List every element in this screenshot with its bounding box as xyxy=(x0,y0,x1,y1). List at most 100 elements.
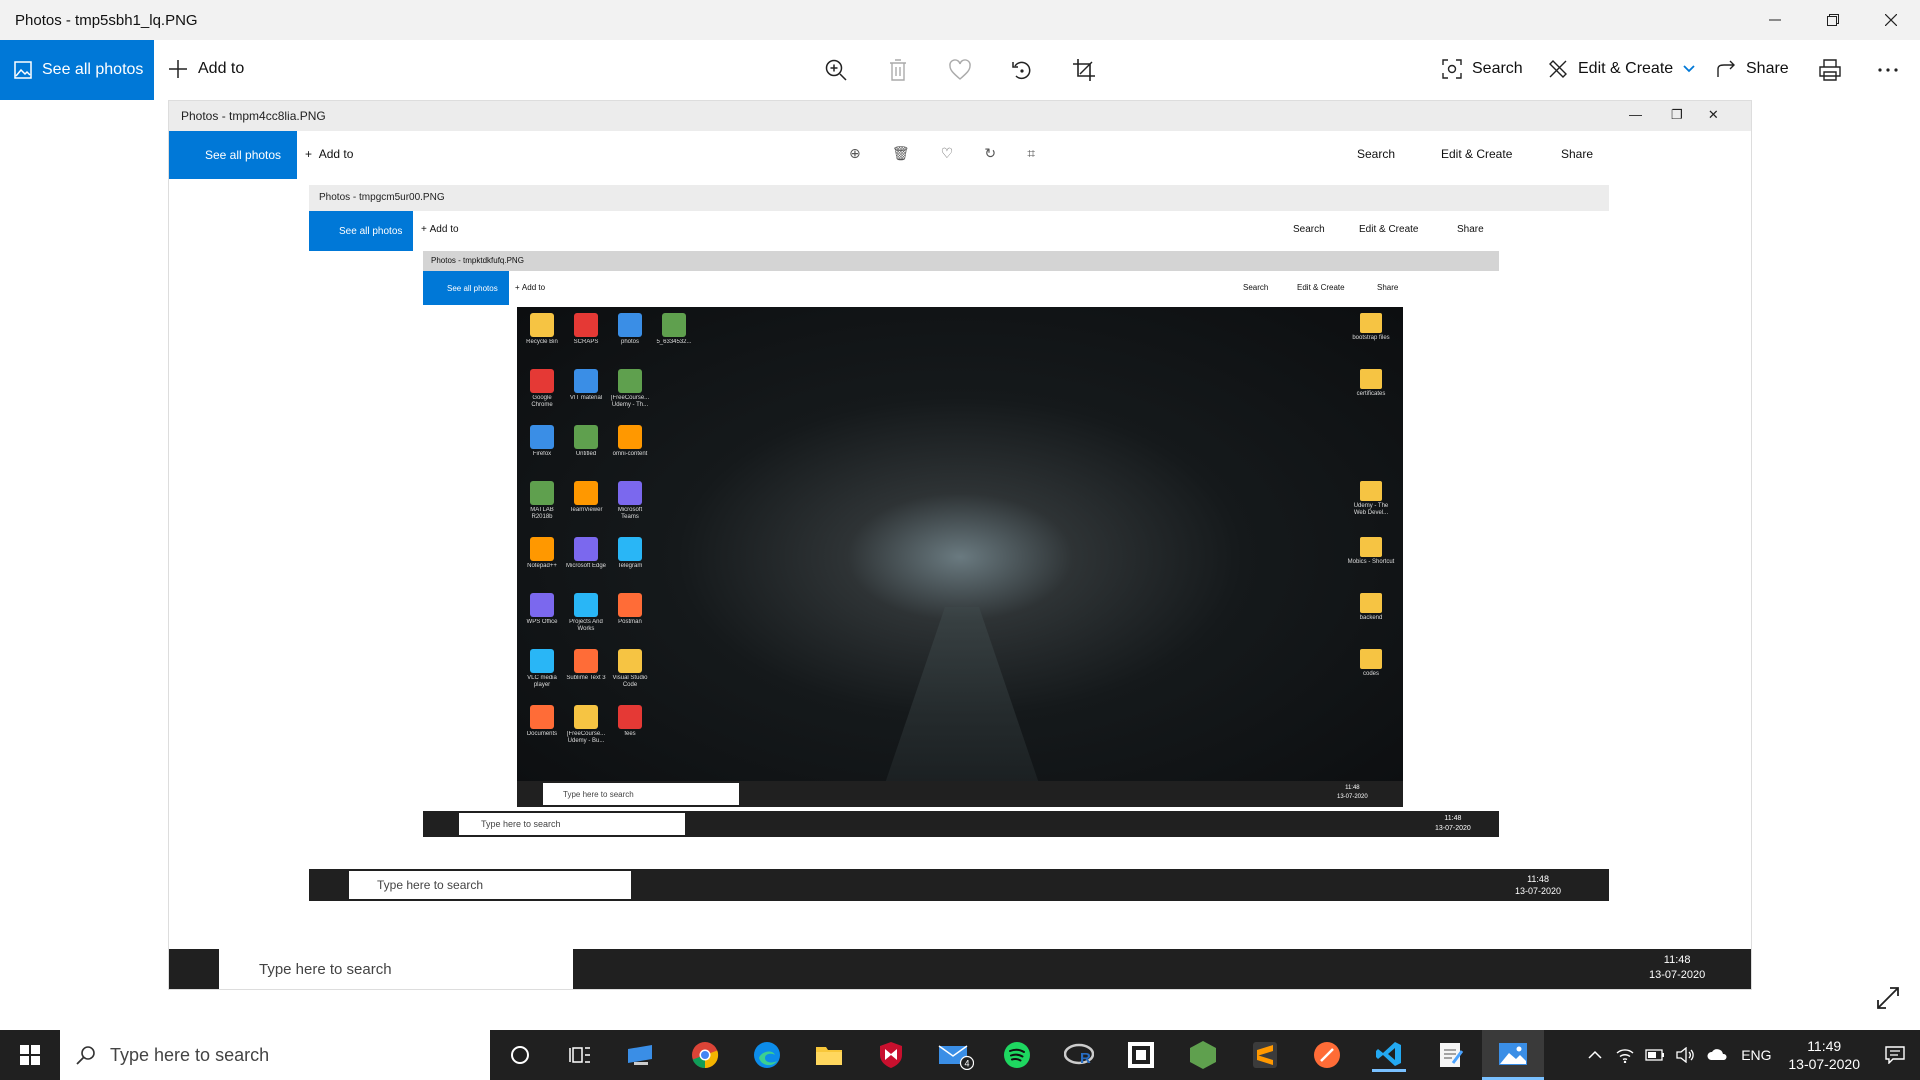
favorite-button[interactable] xyxy=(944,54,976,86)
desktop-icon[interactable]: Documents xyxy=(521,703,563,738)
edit-create-button[interactable]: Edit & Create xyxy=(1548,59,1695,79)
desktop-icon[interactable]: Projects And Works xyxy=(565,591,607,633)
desktop-icon[interactable]: TeamViewer xyxy=(565,479,607,514)
desktop-folder-icon[interactable]: Mobics - Shortcut xyxy=(1347,535,1395,566)
desktop-icon[interactable]: Microsoft Edge xyxy=(565,535,607,570)
desktop-icon-image xyxy=(618,649,642,673)
search-button[interactable]: Search xyxy=(1442,59,1523,79)
nested-share-3: Share xyxy=(1377,283,1399,292)
minimize-icon xyxy=(1769,19,1781,21)
see-all-photos-button[interactable]: See all photos xyxy=(0,40,154,100)
desktop-taskbar: Type here to search 11:48 13-07-2020 xyxy=(517,781,1403,807)
taskbar-app-r-studio[interactable]: R xyxy=(1062,1038,1096,1072)
desktop-icon-image xyxy=(574,593,598,617)
taskbar-app-postman[interactable] xyxy=(1310,1038,1344,1072)
share-button[interactable]: Share xyxy=(1716,59,1789,79)
more-button[interactable] xyxy=(1872,54,1904,86)
taskbar-app-notepad[interactable] xyxy=(1434,1038,1468,1072)
desktop-icon[interactable]: VLC media player xyxy=(521,647,563,689)
nested-add-to-2: + Add to xyxy=(421,224,459,235)
taskbar-app-jetbrains[interactable] xyxy=(1124,1038,1158,1072)
desktop-icon[interactable]: 5_6334532... xyxy=(653,311,695,346)
square-app-icon xyxy=(1128,1042,1154,1068)
desktop-icon[interactable]: Sublime Text 3 xyxy=(565,647,607,682)
desktop-icon[interactable]: [FreeCourse... Udemy - Th... xyxy=(609,367,651,409)
task-view-button[interactable] xyxy=(563,1038,597,1072)
desktop-icon-label: bootstrap files xyxy=(1352,335,1390,341)
close-icon xyxy=(1885,14,1897,26)
rotate-button[interactable] xyxy=(1006,54,1038,86)
start-button[interactable] xyxy=(0,1030,60,1080)
desktop-icon[interactable]: VIT material xyxy=(565,367,607,402)
taskbar-app-vscode[interactable] xyxy=(1372,1038,1406,1072)
desktop-icon[interactable]: fees xyxy=(609,703,651,738)
taskbar-app-photos[interactable] xyxy=(1482,1030,1544,1080)
desktop-icon[interactable]: Microsoft Teams xyxy=(609,479,651,521)
desktop-icon-label: Visual Studio Code xyxy=(612,675,648,688)
desktop-icon[interactable]: photos xyxy=(609,311,651,346)
wifi-indicator[interactable] xyxy=(1610,1047,1640,1063)
visual-search-icon xyxy=(1442,59,1462,79)
taskbar-app-nodejs[interactable] xyxy=(1186,1038,1220,1072)
desktop-folder-icon[interactable]: bootstrap files xyxy=(1347,311,1395,342)
desktop-icon[interactable]: Visual Studio Code xyxy=(609,647,651,689)
volume-indicator[interactable] xyxy=(1670,1047,1700,1063)
desktop-icon-image xyxy=(530,649,554,673)
minimize-button[interactable] xyxy=(1746,0,1804,40)
taskbar-app-spotify[interactable] xyxy=(1000,1038,1034,1072)
cortana-button[interactable] xyxy=(503,1038,537,1072)
folder-icon xyxy=(816,1047,842,1065)
taskbar-app-desktop[interactable] xyxy=(623,1038,657,1072)
desktop-icon-image xyxy=(530,369,554,393)
onedrive-indicator[interactable] xyxy=(1700,1047,1734,1063)
action-center-button[interactable] xyxy=(1870,1046,1920,1064)
crop-button[interactable] xyxy=(1068,54,1100,86)
desktop-icon[interactable]: Untitled xyxy=(565,423,607,458)
desktop-icon[interactable]: MATLAB R2018b xyxy=(521,479,563,521)
desktop-icon[interactable]: WPS Office xyxy=(521,591,563,626)
desktop-icon-image xyxy=(574,649,598,673)
desktop-icon-label: SCRAPS xyxy=(573,339,599,345)
desktop-icon[interactable]: Google Chrome xyxy=(521,367,563,409)
window-title: Photos - tmp5sbh1_lq.PNG xyxy=(15,12,198,29)
battery-indicator[interactable] xyxy=(1640,1049,1670,1061)
desktop-icon[interactable]: Recycle Bin xyxy=(521,311,563,346)
nested-clock-3: 11:48 13-07-2020 xyxy=(1435,815,1471,832)
show-hidden-icons[interactable] xyxy=(1580,1050,1610,1060)
restore-button[interactable] xyxy=(1804,0,1862,40)
taskbar-app-file-explorer[interactable] xyxy=(812,1038,846,1072)
taskbar-app-mcafee[interactable] xyxy=(874,1038,908,1072)
fullscreen-button[interactable] xyxy=(1876,986,1900,1015)
language-indicator[interactable]: ENG xyxy=(1734,1047,1778,1063)
clock[interactable]: 11:49 13-07-2020 xyxy=(1778,1037,1870,1073)
desktop-folder-icon[interactable]: certificates xyxy=(1347,367,1395,398)
add-to-button[interactable]: Add to xyxy=(168,59,244,79)
print-button[interactable] xyxy=(1814,54,1846,86)
desktop-icon[interactable]: Postman xyxy=(609,591,651,626)
desktop-icon[interactable]: [FreeCourse... Udemy - Bu... xyxy=(565,703,607,745)
taskbar-app-sublime[interactable] xyxy=(1248,1038,1282,1072)
desktop-folder-icon[interactable]: backend xyxy=(1347,591,1395,622)
desktop-icon[interactable]: Notepad++ xyxy=(521,535,563,570)
restore-icon xyxy=(1827,14,1839,26)
desktop-icon[interactable]: Firefox xyxy=(521,423,563,458)
task-view-icon xyxy=(569,1047,590,1063)
desktop-icon[interactable]: Telegram xyxy=(609,535,651,570)
nested-search-1: Search xyxy=(1357,147,1396,161)
desktop-icon[interactable]: SCRAPS xyxy=(565,311,607,346)
close-button[interactable] xyxy=(1862,0,1920,40)
desktop-folder-icon[interactable]: codes xyxy=(1347,647,1395,678)
desktop-icon-label: Notepad++ xyxy=(527,563,557,569)
desktop-icon[interactable]: omni-content xyxy=(609,423,651,458)
desktop-clock: 11:48 13-07-2020 xyxy=(1337,785,1368,800)
desktop-icon-label: Microsoft Edge xyxy=(565,563,607,569)
zoom-button[interactable] xyxy=(820,54,852,86)
road-graphic xyxy=(877,607,1047,807)
delete-button[interactable] xyxy=(882,54,914,86)
desktop-folder-icon[interactable]: Udemy - The Web Devel... xyxy=(1347,479,1395,517)
taskbar-app-edge[interactable] xyxy=(750,1038,784,1072)
taskbar-app-chrome[interactable] xyxy=(688,1038,722,1072)
taskbar-app-mail[interactable]: 4 xyxy=(936,1038,976,1072)
taskbar-search-box[interactable]: Type here to search xyxy=(60,1030,490,1080)
nested-share-2: Share xyxy=(1457,224,1484,235)
